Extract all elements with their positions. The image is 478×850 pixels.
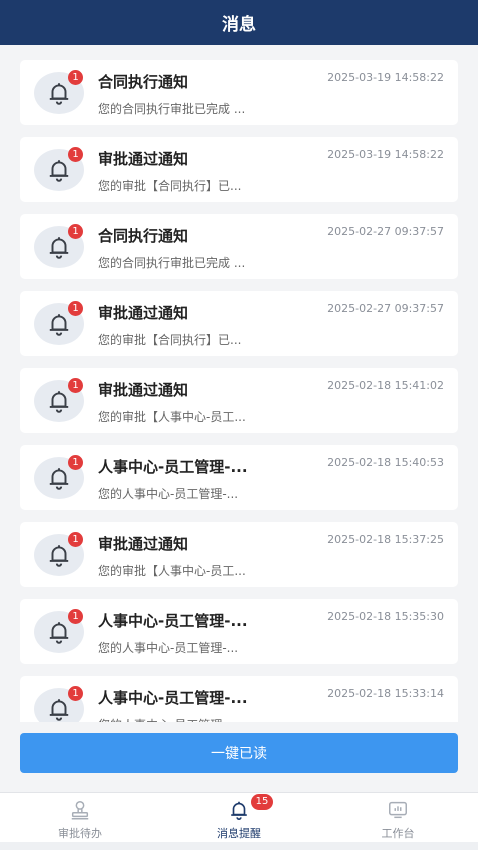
message-time: 2025-03-19 14:58:22 — [327, 148, 444, 161]
message-desc: 您的人事中心-员工管理-... — [98, 641, 239, 655]
unread-badge: 1 — [68, 455, 83, 470]
user-stamp-icon — [71, 801, 89, 820]
message-desc: 您的合同执行审批已完成 ... — [98, 256, 246, 270]
message-time: 2025-02-18 15:35:30 — [327, 610, 444, 623]
message-card[interactable]: 1 合同执行通知 2025-02-27 09:37:57 您的合同执行审批已完成 ..… — [20, 214, 458, 279]
message-card[interactable]: 1 审批通过通知 2025-02-18 15:37:25 您的审批【人事中心-员工..… — [20, 522, 458, 587]
read-all-button[interactable]: 一键已读 — [20, 733, 458, 773]
unread-badge: 1 — [68, 686, 83, 701]
message-list[interactable]: 1 合同执行通知 2025-03-19 14:58:22 您的合同执行审批已完成 ..… — [0, 45, 478, 722]
message-desc: 您的审批【人事中心-员工... — [98, 564, 246, 578]
message-time: 2025-02-18 15:41:02 — [327, 379, 444, 392]
unread-badge: 1 — [68, 609, 83, 624]
message-card[interactable]: 1 审批通过通知 2025-03-19 14:58:22 您的审批【合同执行】已... — [20, 137, 458, 202]
message-desc: 您的审批【合同执行】已... — [98, 179, 242, 193]
message-time: 2025-03-19 14:58:22 — [327, 71, 444, 84]
message-title: 审批通过通知 — [98, 304, 189, 322]
tab-label: 工作台 — [381, 827, 415, 840]
message-title: 审批通过通知 — [98, 150, 189, 168]
message-desc: 您的合同执行审批已完成 ... — [98, 102, 246, 116]
message-desc: 您的人事中心-员工管理-... — [98, 487, 239, 501]
monitor-icon — [389, 801, 407, 819]
message-time: 2025-02-18 15:33:14 — [327, 687, 444, 700]
message-time: 2025-02-27 09:37:57 — [327, 225, 444, 238]
unread-badge: 1 — [68, 147, 83, 162]
tab-approval-todo[interactable]: 审批待办 — [0, 793, 160, 843]
message-title: 审批通过通知 — [98, 535, 189, 553]
tab-workbench[interactable]: 工作台 — [318, 793, 478, 843]
top-bar: 消息 — [0, 0, 478, 45]
unread-badge: 1 — [68, 532, 83, 547]
message-card[interactable]: 1 人事中心-员工管理-... 2025-02-18 15:35:30 您的人事中心-… — [20, 599, 458, 664]
unread-badge: 1 — [68, 224, 83, 239]
message-card[interactable]: 1 审批通过通知 2025-02-27 09:37:57 您的审批【合同执行】已... — [20, 291, 458, 356]
message-card[interactable]: 1 人事中心-员工管理-... 2025-02-18 15:33:14 您的人事中心-… — [20, 676, 458, 722]
message-title: 合同执行通知 — [98, 227, 189, 245]
message-time: 2025-02-27 09:37:57 — [327, 302, 444, 315]
tab-messages[interactable]: 15 消息提醒 — [159, 793, 319, 843]
message-title: 审批通过通知 — [98, 381, 189, 399]
message-title: 人事中心-员工管理-... — [98, 458, 248, 476]
message-card[interactable]: 1 合同执行通知 2025-03-19 14:58:22 您的合同执行审批已完成 ..… — [20, 60, 458, 125]
unread-badge: 1 — [68, 301, 83, 316]
message-desc: 您的审批【人事中心-员工... — [98, 410, 246, 424]
message-title: 人事中心-员工管理-... — [98, 612, 248, 630]
page-title: 消息 — [222, 15, 256, 35]
tab-label: 审批待办 — [58, 827, 102, 840]
unread-badge: 1 — [68, 70, 83, 85]
message-count-badge: 15 — [251, 794, 273, 810]
message-time: 2025-02-18 15:40:53 — [327, 456, 444, 469]
bottom-tab-bar: 审批待办 15 消息提醒 工作台 — [0, 792, 478, 842]
bottom-safe-area — [0, 842, 478, 850]
message-card[interactable]: 1 审批通过通知 2025-02-18 15:41:02 您的审批【人事中心-员工..… — [20, 368, 458, 433]
bell-icon — [231, 801, 247, 820]
unread-badge: 1 — [68, 378, 83, 393]
tab-label: 消息提醒 — [217, 827, 261, 840]
message-title: 人事中心-员工管理-... — [98, 689, 248, 707]
message-time: 2025-02-18 15:37:25 — [327, 533, 444, 546]
message-desc: 您的审批【合同执行】已... — [98, 333, 242, 347]
message-desc: 您的人事中心-员工管理-... — [98, 716, 238, 722]
message-title: 合同执行通知 — [98, 73, 189, 91]
message-card[interactable]: 1 人事中心-员工管理-... 2025-02-18 15:40:53 您的人事中心-… — [20, 445, 458, 510]
